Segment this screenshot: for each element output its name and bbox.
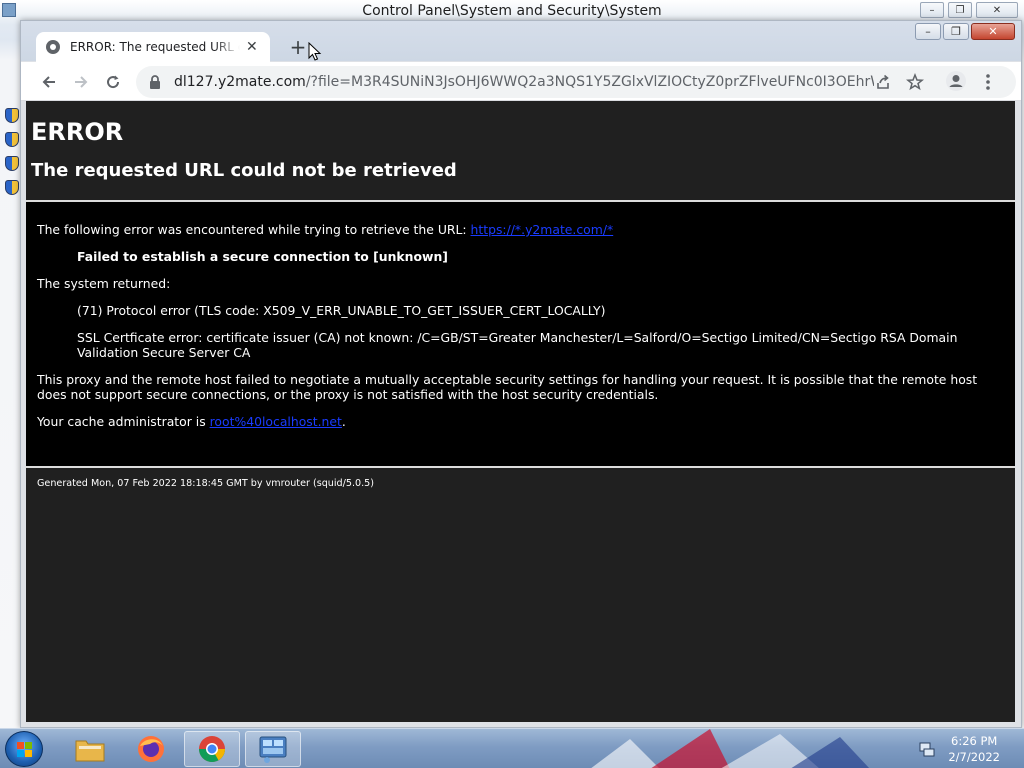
url-text[interactable]: dl127.y2mate.com/?file=M3R4SUNiN3JsOHJ6W… <box>174 74 874 90</box>
taskbar: 6:26 PM 2/7/2022 <box>0 728 1024 768</box>
chrome-window: – ❐ ✕ ERROR: The requested URL could not… <box>20 20 1022 728</box>
admin-email-link[interactable]: root%40localhost.net <box>210 414 342 429</box>
arrow-right-icon <box>75 76 88 88</box>
system-returned-label: The system returned: <box>37 276 171 291</box>
page-content: ERROR The requested URL could not be ret… <box>26 101 1015 722</box>
taskbar-control-panel[interactable] <box>245 731 301 767</box>
more-vert-icon <box>986 74 990 90</box>
admin-paragraph: Your cache administrator is root%40local… <box>37 414 1004 429</box>
error-message-text: Failed to establish a secure connection … <box>77 249 448 264</box>
chrome-window-controls: – ❐ ✕ <box>915 23 1015 40</box>
address-bar[interactable]: dl127.y2mate.com/?file=M3R4SUNiN3JsOHJ6W… <box>136 66 1016 98</box>
taskbar-file-explorer[interactable] <box>62 731 118 767</box>
background-close-button[interactable]: ✕ <box>976 2 1018 18</box>
intro-paragraph: The following error was encountered whil… <box>37 222 1004 237</box>
mouse-cursor-icon <box>308 42 322 61</box>
error-body: The following error was encountered whil… <box>26 200 1015 468</box>
intro-url-link[interactable]: https://*.y2mate.com/* <box>471 222 614 237</box>
clock-date: 2/7/2022 <box>948 750 1000 764</box>
share-icon <box>877 74 889 89</box>
side-shield-icons <box>5 108 19 195</box>
page-subtitle: The requested URL could not be retrieved <box>31 160 457 181</box>
url-path: /?file=M3R4SUNiN3JsOHJ6WWQ2a3NQS1Y5ZGlxV… <box>305 74 874 90</box>
lock-icon[interactable] <box>148 74 162 90</box>
profile-button[interactable] <box>944 69 968 93</box>
url-host: dl127.y2mate.com <box>174 74 306 90</box>
explanation-text: This proxy and the remote host failed to… <box>37 372 978 402</box>
new-tab-button[interactable]: + <box>286 35 310 59</box>
background-minimize-button[interactable]: – <box>920 2 944 18</box>
intro-text: The following error was encountered whil… <box>37 222 471 237</box>
star-icon <box>906 73 924 91</box>
shield-icon <box>5 108 19 123</box>
control-panel-icon <box>259 736 287 763</box>
admin-suffix: . <box>341 414 346 429</box>
browser-toolbar: dl127.y2mate.com/?file=M3R4SUNiN3JsOHJ6W… <box>21 62 1021 101</box>
error-message: Failed to establish a secure connection … <box>37 249 1004 264</box>
shield-icon <box>5 180 19 195</box>
chrome-icon <box>198 736 226 763</box>
background-restore-button[interactable]: ❐ <box>948 2 972 18</box>
tab-close-icon[interactable]: ✕ <box>246 39 258 55</box>
network-icon[interactable] <box>918 740 936 758</box>
system-tray: 6:26 PM 2/7/2022 <box>918 729 1024 768</box>
reload-icon <box>107 75 120 89</box>
generated-footer: Generated Mon, 07 Feb 2022 18:18:45 GMT … <box>37 478 375 489</box>
shield-icon <box>5 156 19 171</box>
back-button[interactable] <box>37 70 61 94</box>
browser-tab[interactable]: ERROR: The requested URL could not be re… <box>36 32 270 62</box>
bookmark-button[interactable] <box>906 73 924 91</box>
avatar-icon <box>946 71 966 91</box>
menu-button[interactable] <box>976 70 1000 94</box>
folder-icon <box>75 740 105 762</box>
close-button[interactable]: ✕ <box>971 23 1015 40</box>
reload-button[interactable] <box>101 70 125 94</box>
start-button[interactable] <box>5 731 43 767</box>
wallpaper-decoration <box>591 729 870 768</box>
tab-title: ERROR: The requested URL could not be re… <box>70 40 240 54</box>
protocol-error-text: (71) Protocol error (TLS code: X509_V_ER… <box>77 303 606 318</box>
taskbar-firefox[interactable] <box>123 731 179 767</box>
windows-logo-icon <box>17 742 33 758</box>
admin-prefix: Your cache administrator is <box>37 414 210 429</box>
minimize-button[interactable]: – <box>915 23 941 40</box>
page-header: ERROR The requested URL could not be ret… <box>26 101 1015 200</box>
restore-button[interactable]: ❐ <box>943 23 969 40</box>
globe-icon <box>46 40 60 54</box>
background-window-title: Control Panel\System and Security\System <box>362 3 662 19</box>
shield-icon <box>5 132 19 147</box>
taskbar-clock[interactable]: 6:26 PM 2/7/2022 <box>948 733 1000 765</box>
clock-time: 6:26 PM <box>951 734 998 748</box>
page-title: ERROR <box>31 118 124 146</box>
firefox-icon <box>138 736 164 762</box>
taskbar-chrome[interactable] <box>184 731 240 767</box>
ssl-error-text: SSL Certficate error: certificate issuer… <box>77 330 958 360</box>
arrow-left-icon <box>42 76 55 88</box>
forward-button[interactable] <box>69 70 93 94</box>
share-button[interactable] <box>874 73 892 91</box>
